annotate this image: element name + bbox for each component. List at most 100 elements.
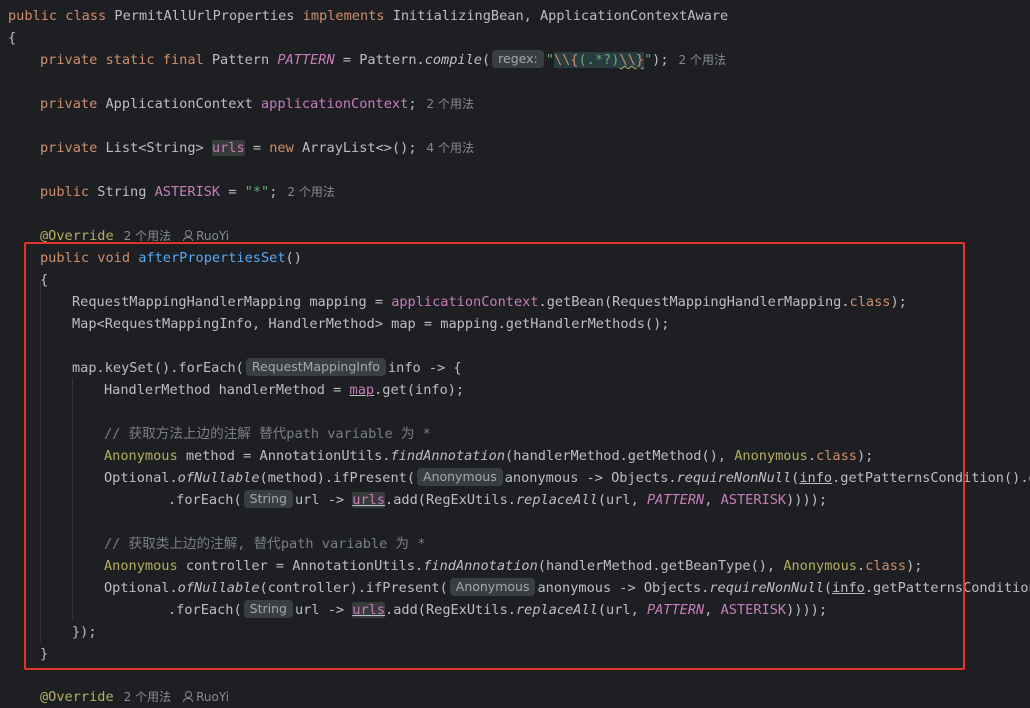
- code-text: ,: [704, 492, 721, 508]
- code-text: (: [823, 580, 833, 596]
- code-text: anonymous -> Objects.: [504, 470, 677, 486]
- indent-guide: [72, 378, 73, 620]
- author-hint[interactable]: RuoYi: [183, 690, 229, 704]
- usage-count-link[interactable]: 2 个用法: [679, 53, 726, 67]
- code-text: anonymous -> Objects.: [537, 580, 710, 596]
- keyword: class: [865, 558, 907, 574]
- parameter-hint: regex:: [492, 50, 544, 68]
- field-ref: PATTERN: [646, 602, 705, 618]
- code-text: );: [890, 294, 907, 310]
- field-ref: PATTERN: [646, 492, 705, 508]
- field-name: PATTERN: [277, 52, 335, 68]
- code-text: .forEach(: [168, 602, 242, 618]
- code-text: (handlerMethod.getBeanType(),: [537, 558, 784, 574]
- comment: // 获取类上边的注解, 替代path variable 为 *: [104, 536, 426, 552]
- code-text: Map<RequestMappingInfo, HandlerMethod> m…: [72, 316, 670, 332]
- method-call: requireNonNull: [676, 470, 792, 486]
- usage-count-link[interactable]: 2 个用法: [124, 690, 171, 704]
- brace: {: [40, 272, 49, 288]
- modifiers: private: [40, 140, 106, 156]
- method-call: replaceAll: [515, 492, 598, 508]
- field-name: urls: [211, 140, 245, 156]
- comment: // 获取方法上边的注解 替代path variable 为 *: [104, 426, 431, 442]
- code-line-pattern-field[interactable]: private static final Pattern PATTERN = P…: [40, 49, 726, 71]
- class-name: PermitAllUrlProperties: [114, 8, 295, 24]
- code-line-next-override[interactable]: @Override 2 个用法 RuoYi: [40, 686, 229, 708]
- code-text: );: [856, 448, 874, 464]
- variable-ref: map: [349, 382, 375, 398]
- code-text: .add(RegExUtils.: [385, 602, 516, 618]
- method-call: requireNonNull: [709, 580, 824, 596]
- code-text: (): [285, 250, 302, 266]
- usage-count-link[interactable]: 2 个用法: [124, 229, 171, 243]
- code-text: Optional.: [104, 470, 178, 486]
- code-text: .get(info);: [374, 382, 465, 398]
- usage-count-link[interactable]: 2 个用法: [287, 185, 334, 199]
- code-line-method-annotation[interactable]: Anonymous method = AnnotationUtils.findA…: [104, 445, 873, 467]
- code-text: (url,: [597, 492, 647, 508]
- code-line-mapping[interactable]: RequestMappingHandlerMapping mapping = a…: [72, 291, 907, 313]
- indent-guide: [40, 282, 41, 642]
- code-line-comment[interactable]: // 获取方法上边的注解 替代path variable 为 *: [104, 423, 431, 445]
- code-text: ;: [408, 96, 417, 112]
- code-text: ArrayList<>();: [301, 140, 417, 156]
- code-line-optional-method[interactable]: Optional.ofNullable(method).ifPresent(An…: [104, 467, 1030, 489]
- code-line-open-brace[interactable]: {: [8, 27, 16, 49]
- usage-count-link[interactable]: 4 个用法: [427, 141, 474, 155]
- code-line-urls-field[interactable]: private List<String> urls = new ArrayLis…: [40, 137, 474, 159]
- code-line-brace-open[interactable]: {: [40, 269, 48, 291]
- code-text: .getPatternsCondition(): [864, 580, 1030, 596]
- brace: {: [8, 30, 17, 46]
- code-text: ))));: [786, 492, 828, 508]
- author-hint[interactable]: RuoYi: [183, 229, 229, 243]
- type-hint: RequestMappingInfo: [245, 358, 386, 376]
- code-line-foreach-urls[interactable]: .forEach(String url -> urls.add(RegExUtil…: [168, 489, 827, 511]
- code-line-comment[interactable]: // 获取类上边的注解, 替代path variable 为 *: [104, 533, 425, 555]
- code-editor[interactable]: public class PermitAllUrlProperties impl…: [0, 0, 1030, 705]
- code-line-foreach-urls[interactable]: .forEach(String url -> urls.add(RegExUtil…: [168, 599, 827, 621]
- code-line-lambda-close[interactable]: });: [72, 621, 97, 643]
- code-text: .getPatternsCondition().get: [832, 470, 1030, 486]
- usage-count-link[interactable]: 2 个用法: [427, 97, 474, 111]
- code-line-handler-method[interactable]: HandlerMethod handlerMethod = map.get(in…: [104, 379, 464, 401]
- keyword: new: [269, 140, 302, 156]
- variable-ref: info: [799, 470, 833, 486]
- field-ref: urls: [352, 492, 386, 508]
- field-name: applicationContext: [260, 96, 409, 112]
- keyword: class: [849, 294, 891, 310]
- modifiers: public void: [40, 250, 139, 266]
- code-line-context-field[interactable]: private ApplicationContext applicationCo…: [40, 93, 474, 115]
- method-call: compile: [424, 52, 482, 68]
- string-quote: ": [545, 52, 554, 68]
- code-line-map[interactable]: Map<RequestMappingInfo, HandlerMethod> m…: [72, 313, 669, 335]
- field-ref: urls: [352, 602, 386, 618]
- variable-ref: info: [832, 580, 865, 596]
- modifiers: private: [40, 96, 106, 112]
- type-ref: Anonymous: [783, 558, 857, 574]
- regex-group: (.*?): [578, 52, 620, 68]
- type-ref: Anonymous: [734, 448, 808, 464]
- annotation: @Override: [40, 228, 114, 244]
- code-line-controller-annotation[interactable]: Anonymous controller = AnnotationUtils.f…: [104, 555, 922, 577]
- string-literal: "*": [244, 184, 270, 200]
- code-text: );: [906, 558, 923, 574]
- code-line-foreach[interactable]: map.keySet().forEach(RequestMappingInfo i…: [72, 357, 462, 379]
- code-text: ,: [704, 602, 721, 618]
- author-name: RuoYi: [196, 229, 230, 243]
- keyword: class: [816, 448, 857, 464]
- code-line-class-declaration[interactable]: public class PermitAllUrlProperties impl…: [8, 5, 728, 27]
- method-call: ofNullable: [177, 470, 260, 486]
- type: ApplicationContext: [105, 96, 261, 112]
- code-text: .: [856, 558, 866, 574]
- code-line-method-signature[interactable]: public void afterPropertiesSet(): [40, 247, 302, 269]
- code-line-asterisk-field[interactable]: public String ASTERISK = "*"; 2 个用法: [40, 181, 335, 203]
- code-text: (url,: [597, 602, 647, 618]
- code-line-override[interactable]: @Override 2 个用法 RuoYi: [40, 225, 229, 247]
- code-line-brace-close[interactable]: }: [40, 643, 48, 665]
- interfaces: InitializingBean, ApplicationContextAwar…: [392, 8, 729, 24]
- code-text: =: [244, 140, 270, 156]
- code-text: info -> {: [387, 360, 462, 376]
- type-hint: Anonymous: [449, 578, 536, 596]
- method-call: replaceAll: [515, 602, 598, 618]
- code-line-optional-controller[interactable]: Optional.ofNullable(controller).ifPresen…: [104, 577, 1030, 599]
